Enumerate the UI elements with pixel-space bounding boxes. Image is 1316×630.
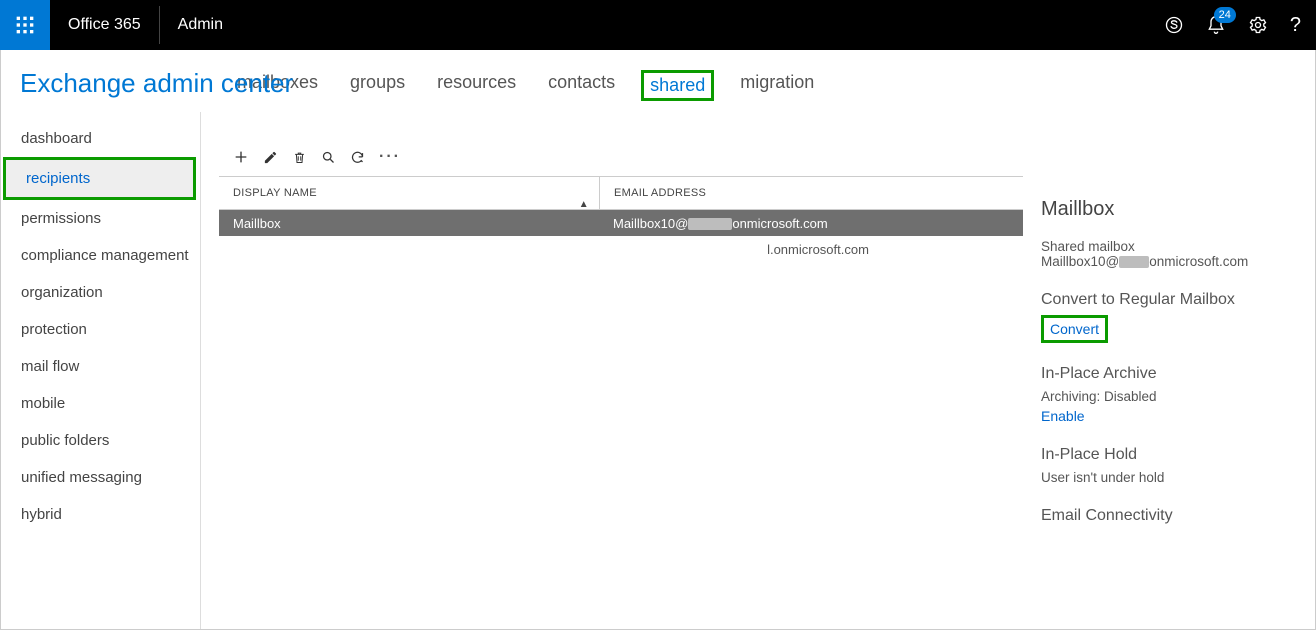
help-icon[interactable]: ? [1290,14,1301,37]
hold-status: User isn't under hold [1041,470,1297,485]
nav-dashboard[interactable]: dashboard [1,120,200,157]
table-row[interactable]: l.onmicrosoft.com [219,236,1023,262]
edit-icon[interactable] [263,150,278,165]
nav-hybrid[interactable]: hybrid [1,496,200,533]
notifications-icon[interactable]: 24 [1206,15,1226,35]
brand-label[interactable]: Office 365 [50,16,159,34]
gear-icon[interactable] [1248,15,1268,35]
col-name-label: DISPLAY NAME [233,187,317,199]
nav-compliance[interactable]: compliance management [1,237,200,274]
email-post: onmicrosoft.com [732,216,827,231]
tab-groups[interactable]: groups [344,70,411,101]
skype-icon[interactable] [1164,15,1184,35]
add-icon[interactable] [233,149,249,165]
grid: DISPLAY NAME ▲ EMAIL ADDRESS Maillbox Ma… [219,176,1023,629]
nav-public-folders[interactable]: public folders [1,422,200,459]
nav-protection[interactable]: protection [1,311,200,348]
nav-permissions[interactable]: permissions [1,200,200,237]
email-pre: Maillbox10@ [613,216,688,231]
nav-organization[interactable]: organization [1,274,200,311]
email-post: onmicrosoft.com [1149,254,1248,269]
main-area: mailboxes groups resources contacts shar… [201,50,1315,629]
redacted [1119,256,1149,268]
section-heading: Convert to Regular Mailbox [1041,291,1297,309]
details-title: Maillbox [1041,198,1297,221]
sort-asc-icon: ▲ [579,199,589,210]
tab-resources[interactable]: resources [431,70,522,101]
section-convert: Convert to Regular Mailbox Convert [1041,291,1297,343]
top-bar: Office 365 Admin 24 ? [0,0,1316,50]
email-pre: Maillbox10@ [1041,254,1119,269]
section-connectivity: Email Connectivity [1041,507,1297,525]
nav-mobile[interactable]: mobile [1,385,200,422]
delete-icon[interactable] [292,150,307,165]
col-display-name[interactable]: DISPLAY NAME ▲ [219,187,599,199]
nav-mailflow[interactable]: mail flow [1,348,200,385]
section-hold: In-Place Hold User isn't under hold [1041,446,1297,485]
app-label[interactable]: Admin [160,16,241,34]
tab-migration[interactable]: migration [734,70,820,101]
col-email-label: EMAIL ADDRESS [614,187,706,199]
sub-tabs: mailboxes groups resources contacts shar… [201,70,1315,113]
section-heading: In-Place Archive [1041,365,1297,383]
cell-email: Maillbox10@ onmicrosoft.com [599,216,1023,231]
archive-status: Archiving: Disabled [1041,389,1297,404]
more-icon[interactable]: ··· [379,148,401,166]
mailbox-email: Maillbox10@ onmicrosoft.com [1041,254,1297,269]
refresh-icon[interactable] [350,150,365,165]
details-pane: Maillbox Shared mailbox Maillbox10@ onmic… [1023,176,1315,629]
brand-area: Office 365 Admin [50,0,241,50]
left-nav: dashboard recipients permissions complia… [1,50,201,629]
search-icon[interactable] [321,150,336,165]
nav-unified-messaging[interactable]: unified messaging [1,459,200,496]
section-archive: In-Place Archive Archiving: Disabled Ena… [1041,365,1297,424]
toolbar: ··· [201,113,1315,176]
notification-badge: 24 [1214,7,1236,23]
col-email-address[interactable]: EMAIL ADDRESS [599,176,1023,210]
convert-link[interactable]: Convert [1041,315,1108,343]
enable-archive-link[interactable]: Enable [1041,408,1085,424]
mask [200,50,201,112]
section-heading: In-Place Hold [1041,446,1297,464]
top-right-icons: 24 ? [1164,14,1316,37]
app-launcher-icon[interactable] [0,0,50,50]
mailbox-type: Shared mailbox [1041,239,1297,254]
grid-wrap: DISPLAY NAME ▲ EMAIL ADDRESS Maillbox Ma… [201,176,1315,629]
email-post: l.onmicrosoft.com [767,242,869,257]
section-type: Shared mailbox Maillbox10@ onmicrosoft.co… [1041,239,1297,269]
cell-name: Maillbox [219,216,599,231]
nav-recipients[interactable]: recipients [3,157,196,200]
grid-header: DISPLAY NAME ▲ EMAIL ADDRESS [219,176,1023,210]
cell-email: l.onmicrosoft.com [599,242,1023,257]
redacted [688,218,732,230]
table-row[interactable]: Maillbox Maillbox10@ onmicrosoft.com [219,210,1023,236]
tab-shared[interactable]: shared [641,70,714,101]
tab-contacts[interactable]: contacts [542,70,621,101]
page-body: dashboard recipients permissions complia… [0,50,1316,630]
section-heading: Email Connectivity [1041,507,1297,525]
